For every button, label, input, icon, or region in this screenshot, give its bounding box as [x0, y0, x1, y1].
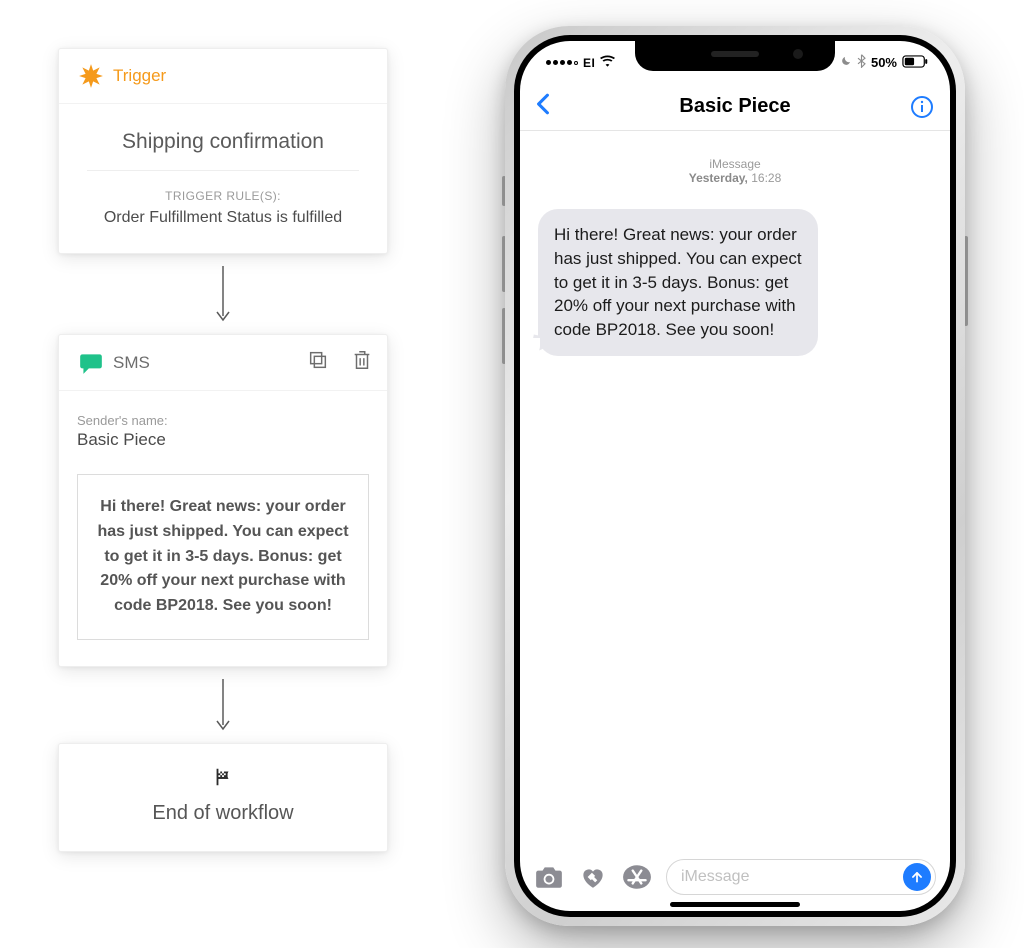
app-store-button[interactable] [622, 862, 652, 892]
digital-touch-button[interactable] [578, 862, 608, 892]
thread-timestamp: iMessage Yesterday, 16:28 [538, 157, 932, 185]
workflow-column: Trigger Shipping confirmation TRIGGER RU… [58, 48, 388, 852]
conversation-title: Basic Piece [566, 95, 904, 118]
flag-icon [77, 766, 369, 788]
sms-message-frame[interactable]: Hi there! Great news: your order has jus… [77, 474, 369, 640]
sms-card-header: SMS [59, 335, 387, 391]
message-input-placeholder: iMessage [681, 868, 749, 886]
trigger-rule-text: Order Fulfillment Status is fulfilled [77, 209, 369, 227]
delete-button[interactable] [351, 349, 373, 376]
message-thread[interactable]: iMessage Yesterday, 16:28 Hi there! Grea… [520, 131, 950, 356]
bluetooth-icon [857, 54, 866, 71]
arrow-connector-icon [58, 264, 388, 326]
trigger-card[interactable]: Trigger Shipping confirmation TRIGGER RU… [58, 48, 388, 254]
moon-icon [840, 55, 852, 70]
camera-button[interactable] [534, 862, 564, 892]
sms-card[interactable]: SMS Sender's name: Basic Piece Hi there!… [58, 334, 388, 667]
sms-message-text: Hi there! Great news: your order has jus… [94, 495, 352, 619]
battery-icon [902, 55, 928, 71]
sender-caption: Sender's name: [77, 413, 369, 428]
speech-bubble-icon [77, 350, 105, 376]
message-input[interactable]: iMessage [666, 859, 936, 895]
message-composer: iMessage [520, 859, 950, 901]
end-card: End of workflow [58, 743, 388, 852]
phone-mockup: EI 15:26 [505, 26, 965, 926]
info-button[interactable] [904, 95, 934, 119]
wifi-icon [600, 55, 615, 70]
trigger-rules-caption: TRIGGER RULE(S): [77, 189, 369, 203]
burst-icon [77, 63, 105, 89]
message-text: Hi there! Great news: your order has jus… [554, 225, 802, 339]
arrow-connector-icon [58, 677, 388, 735]
signal-icon [546, 60, 578, 65]
carrier-label: EI [583, 56, 595, 70]
back-button[interactable] [536, 91, 566, 122]
sender-name: Basic Piece [77, 430, 369, 450]
sms-header-label: SMS [113, 353, 150, 373]
trigger-title: Shipping confirmation [77, 130, 369, 154]
battery-pct-label: 50% [871, 55, 897, 70]
divider [87, 170, 359, 171]
end-label: End of workflow [77, 802, 369, 825]
home-indicator[interactable] [670, 902, 800, 907]
phone-notch [635, 41, 835, 71]
duplicate-button[interactable] [307, 349, 329, 376]
incoming-message-bubble[interactable]: Hi there! Great news: your order has jus… [538, 209, 818, 356]
trigger-card-header: Trigger [59, 49, 387, 104]
send-button[interactable] [903, 863, 931, 891]
trigger-header-label: Trigger [113, 66, 166, 86]
messages-nav-bar: Basic Piece [520, 83, 950, 131]
